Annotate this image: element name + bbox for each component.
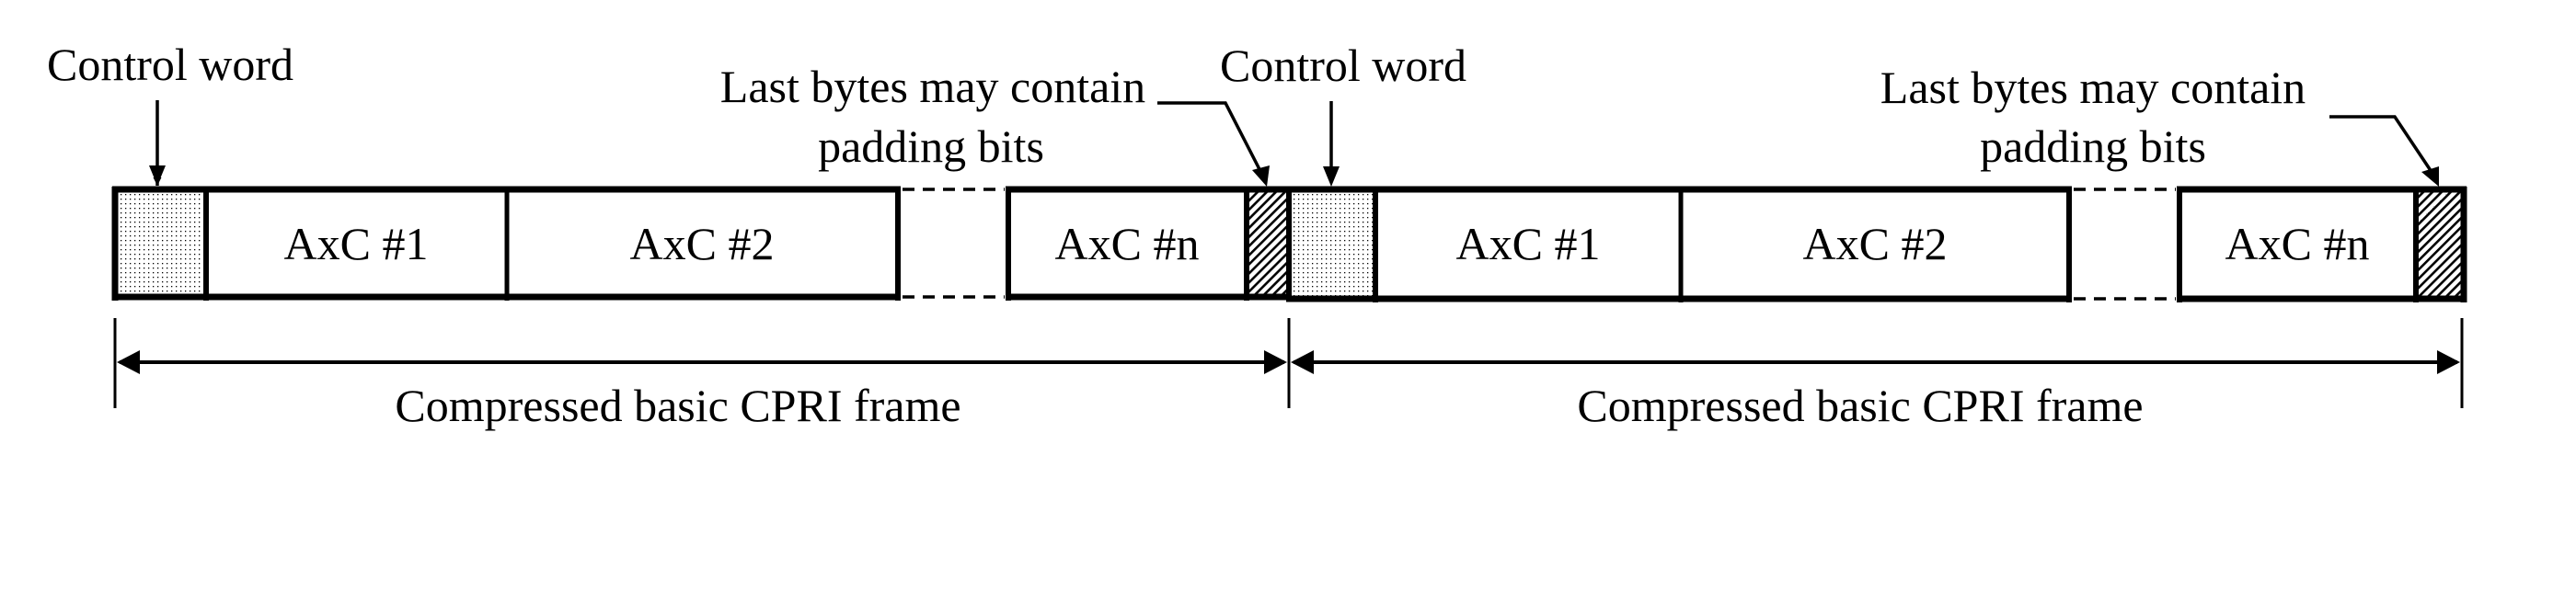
- axc-n-label: AxC #n: [2225, 218, 2370, 269]
- padding-label-line1: Last bytes may contain: [1880, 62, 2306, 113]
- padding-leader-line: [2329, 115, 2435, 176]
- arrowhead-icon: [149, 165, 166, 186]
- dimension-arrow-right-icon: [1264, 350, 1287, 374]
- padding-label-line1: Last bytes may contain: [720, 61, 1145, 112]
- arrowhead-icon: [1323, 166, 1340, 187]
- control-word-label: Control word: [47, 39, 293, 90]
- dimension-arrow-right-icon: [2437, 350, 2460, 374]
- padding-label-line2: padding bits: [1980, 120, 2206, 172]
- control-word-cell: [1292, 189, 1375, 299]
- axc-n-label: AxC #n: [1055, 218, 1200, 269]
- control-word-label: Control word: [1220, 40, 1466, 91]
- frame-caption: Compressed basic CPRI frame: [395, 380, 960, 431]
- padding-bits-cell: [1247, 189, 1289, 297]
- cpri-frame-diagram: AxC #1 AxC #2 AxC #n Control word Last b…: [47, 39, 2467, 431]
- axc-2-label: AxC #2: [630, 218, 775, 269]
- axc-1-label: AxC #1: [284, 218, 429, 269]
- frame-caption: Compressed basic CPRI frame: [1577, 380, 2143, 431]
- axc-1-label: AxC #1: [1456, 218, 1601, 269]
- padding-arrowhead-icon: [2421, 166, 2439, 187]
- padding-arrowhead-icon: [1252, 165, 1270, 187]
- padding-label-line2: padding bits: [818, 120, 1044, 172]
- dimension-arrow-left-icon: [117, 350, 140, 374]
- frame-1: AxC #1 AxC #2 AxC #n Control word Last b…: [47, 39, 1292, 431]
- padding-leader-line: [1157, 101, 1264, 176]
- control-word-cell: [115, 189, 206, 297]
- dimension-arrow-left-icon: [1291, 350, 1314, 374]
- axc-2-label: AxC #2: [1803, 218, 1948, 269]
- padding-bits-cell: [2416, 189, 2464, 299]
- frame-2: AxC #1 AxC #2 AxC #n Control word Last b…: [1220, 40, 2467, 431]
